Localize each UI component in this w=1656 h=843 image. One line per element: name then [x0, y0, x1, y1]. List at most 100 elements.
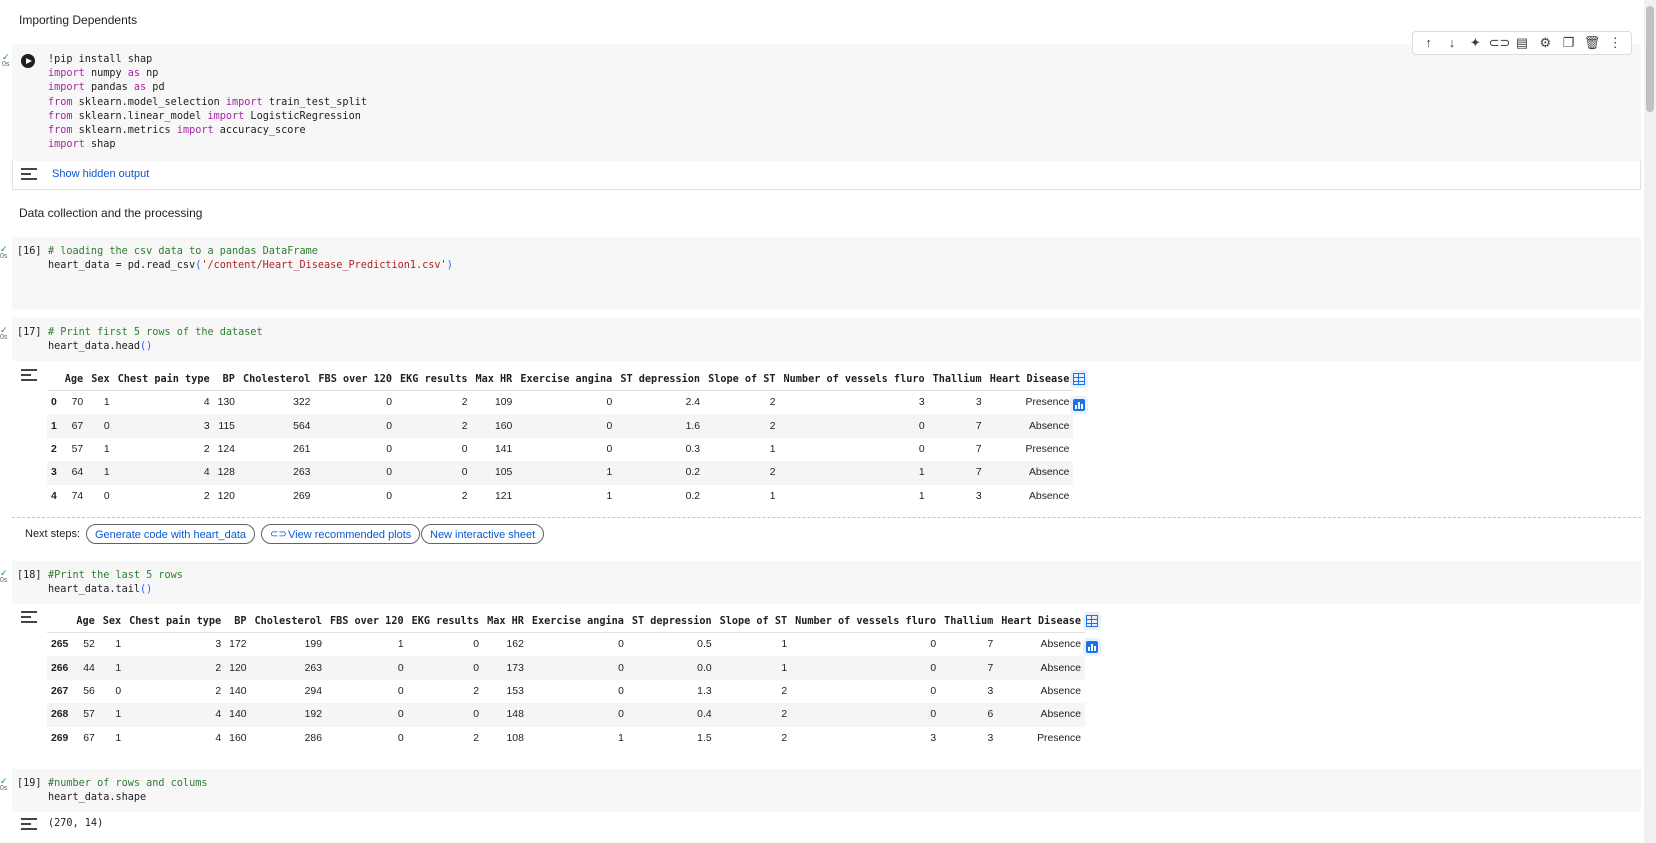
column-header — [47, 368, 61, 391]
table-cell: 153 — [506, 685, 524, 697]
table-cell: 0 — [325, 656, 408, 680]
code-line: #number of rows and colums — [48, 778, 208, 789]
table-cell: 3 — [987, 732, 994, 744]
dataframe-tail-table: Age Sex Chest pain type BP Cholesterol FBS ov… — [47, 610, 1085, 750]
output-toggle-icon[interactable] — [21, 611, 37, 623]
column-header — [47, 610, 73, 633]
output-toggle-icon[interactable] — [21, 369, 37, 381]
link-icon[interactable]: ⊂⊃ — [1489, 33, 1511, 53]
table-cell: 1 — [98, 656, 126, 680]
table-cell: 0 — [396, 461, 472, 485]
code-lines[interactable]: #number of rows and colums heart_data.sha… — [48, 777, 207, 805]
table-cell: 67 — [60, 414, 88, 438]
output-toggle-icon[interactable] — [21, 818, 37, 830]
code-line: import numpy as np — [48, 68, 159, 80]
more-options-icon[interactable]: ⋮ — [1605, 33, 1625, 53]
convert-to-table-button[interactable] — [1083, 612, 1101, 630]
suggest-charts-button[interactable] — [1083, 638, 1101, 656]
code-line: import pandas as pd — [48, 82, 165, 94]
column-header: Sex — [87, 368, 114, 391]
table-cell: 148 — [483, 703, 528, 727]
table-row: 267 56 0 2 140 294 0 2 153 0 1.3 2 0 3 Absence — [47, 680, 1085, 703]
column-header: Cholesterol — [250, 610, 326, 633]
table-cell: Absence — [1040, 639, 1081, 651]
delete-icon[interactable]: 🗑 — [1582, 33, 1602, 53]
table-cell: 160 — [471, 414, 517, 438]
row-index: 268 — [47, 703, 73, 727]
code-lines[interactable]: #Print the last 5 rows heart_data.tail() — [48, 569, 183, 597]
table-cell: 322 — [293, 397, 311, 409]
mirror-cell-icon[interactable]: ❐ — [1559, 33, 1579, 53]
markdown-heading-data-collection: Data collection and the processing — [19, 206, 203, 220]
table-cell: 121 — [494, 490, 513, 502]
code-lines[interactable]: # Print first 5 rows of the dataset heart… — [48, 326, 263, 354]
sparkle-icon[interactable]: ✦ — [1465, 33, 1485, 53]
exec-status-cell-16: ✓ 0s — [0, 244, 8, 261]
table-cell: 160 — [229, 732, 247, 744]
next-steps-label: Next steps: — [25, 528, 81, 540]
output-divider — [12, 517, 1641, 518]
table-cell: 294 — [304, 685, 322, 697]
suggest-charts-button[interactable] — [1070, 396, 1088, 414]
table-cell: 3 — [113, 414, 214, 438]
table-cell: 0 — [606, 443, 613, 455]
code-lines[interactable]: !pip install shap import numpy as np impor… — [48, 53, 367, 152]
table-cell: 2 — [781, 685, 788, 697]
table-cell: 141 — [494, 443, 513, 455]
column-header: Age — [72, 610, 99, 633]
code-line: heart_data.tail() — [48, 584, 153, 596]
scrollbar-thumb[interactable] — [1646, 6, 1654, 112]
table-cell: Presence — [1025, 443, 1070, 455]
column-header: Chest pain type — [113, 368, 214, 391]
table-cell: 6 — [940, 703, 998, 727]
exec-status-cell-17: ✓ 0s — [0, 325, 8, 342]
table-cell: 2 — [203, 490, 210, 502]
table-cell: 0 — [930, 685, 937, 697]
table-cell: 0.4 — [627, 703, 716, 727]
view-recommended-plots-chip[interactable]: ⊂⊃ View recommended plots — [261, 524, 421, 544]
table-cell: 1 — [103, 397, 110, 409]
table-cell: 7 — [975, 443, 982, 455]
code-editor-cell-18[interactable] — [12, 561, 1641, 604]
table-cell: 52 — [83, 639, 95, 651]
table-cell: 0 — [918, 443, 925, 455]
column-header: Chest pain type — [125, 610, 226, 633]
table-cell: 2 — [125, 656, 226, 680]
new-interactive-sheet-chip[interactable]: New interactive sheet — [421, 524, 545, 544]
table-cell: 1 — [115, 732, 122, 744]
table-cell: 1 — [769, 490, 776, 502]
show-hidden-output-link[interactable]: Show hidden output — [52, 168, 149, 180]
move-up-icon[interactable]: ↑ — [1419, 33, 1439, 53]
cell-toolbar: ↑ ↓ ✦ ⊂⊃ ▤ ⚙ ❐ 🗑 ⋮ — [1412, 31, 1632, 55]
run-cell-button[interactable] — [21, 54, 35, 68]
row-index: 266 — [47, 656, 73, 680]
chip-label: View recommended plots — [288, 529, 412, 541]
table-cell: 261 — [293, 443, 311, 455]
table-cell: 2 — [473, 732, 480, 744]
output-toggle-icon[interactable] — [21, 168, 37, 180]
comment-icon[interactable]: ▤ — [1512, 33, 1532, 53]
table-cell: 1 — [779, 461, 929, 485]
table-row: 266 44 1 2 120 263 0 0 173 0 0.0 1 0 7 Absence — [47, 656, 1085, 680]
generate-code-chip[interactable]: Generate code with heart_data — [86, 524, 256, 544]
row-index: 0 — [51, 397, 57, 409]
table-cell: 1 — [618, 732, 624, 744]
shape-output: (270, 14) — [48, 818, 104, 829]
code-lines[interactable]: # loading the csv data to a pandas DataF… — [48, 245, 453, 273]
table-cell: 2 — [461, 490, 468, 502]
move-down-icon[interactable]: ↓ — [1442, 33, 1462, 53]
vertical-scrollbar[interactable] — [1644, 0, 1656, 843]
row-index: 1 — [47, 414, 61, 438]
settings-icon[interactable]: ⚙ — [1535, 33, 1555, 53]
table-cell: 115 — [213, 414, 239, 438]
table-cell: 0 — [407, 703, 484, 727]
code-editor-cell-19[interactable] — [12, 769, 1641, 812]
table-cell: 192 — [250, 703, 326, 727]
table-cell: 3 — [930, 732, 937, 744]
exec-count-19: [19] — [17, 778, 42, 789]
table-cell: 3 — [987, 685, 994, 697]
table-row: 1 67 0 3 115 564 0 2 160 0 1.6 2 0 7 Absence — [47, 414, 1074, 438]
table-cell: 0 — [527, 703, 628, 727]
convert-to-table-button[interactable] — [1070, 370, 1088, 388]
column-header: FBS over 120 — [325, 610, 408, 633]
